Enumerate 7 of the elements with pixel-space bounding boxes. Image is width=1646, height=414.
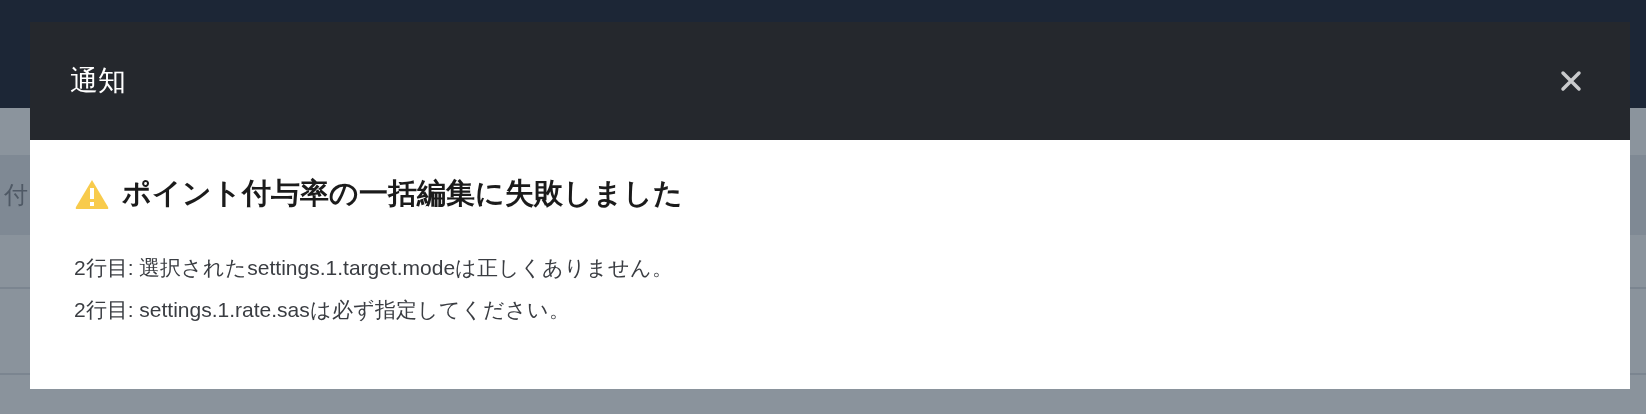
warning-icon [74, 178, 110, 210]
error-message: 2行目: settings.1.rate.sasは必ず指定してください。 [74, 296, 571, 323]
close-icon [1560, 70, 1582, 92]
error-heading: ポイント付与率の一括編集に失敗しました [122, 176, 683, 211]
error-message: 2行目: 選択されたsettings.1.target.modeは正しくありません。 [74, 255, 675, 281]
close-button[interactable] [1560, 70, 1582, 92]
dialog-title: 通知 [70, 64, 126, 98]
